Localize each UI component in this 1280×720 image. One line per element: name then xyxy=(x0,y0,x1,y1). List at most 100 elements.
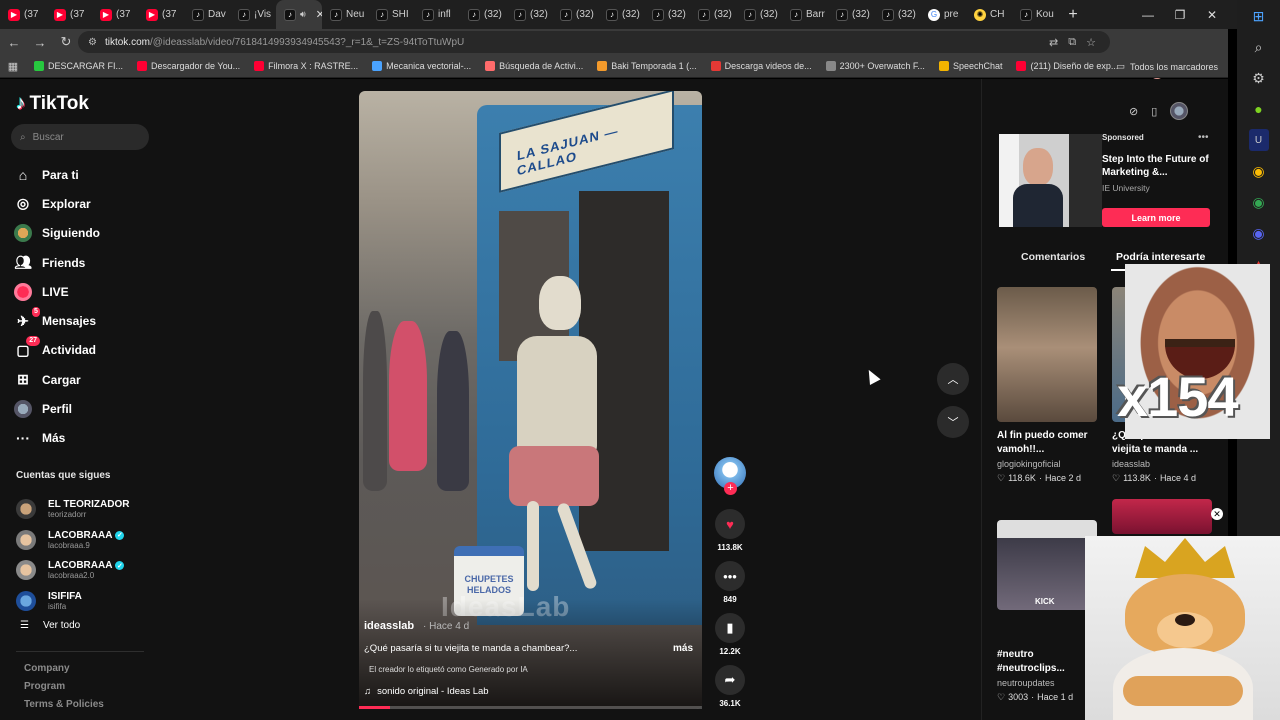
bookmark-item[interactable]: DESCARGAR FI... xyxy=(34,61,123,71)
close-window-icon[interactable]: ✕ xyxy=(1196,0,1228,29)
discord-icon[interactable]: ◉ xyxy=(1249,222,1269,244)
bookmark-icon[interactable]: ▮ xyxy=(715,613,745,643)
like-icon[interactable]: ♥ xyxy=(715,509,745,539)
url-field[interactable]: ⚙ tiktok.com/@ideasslab/video/7618414993… xyxy=(78,31,1110,53)
chrome-icon[interactable]: ◉ xyxy=(1249,160,1269,182)
following-account[interactable]: LACOBRAAA ✓ lacobraaa.9 xyxy=(16,525,129,556)
video-author[interactable]: ideasslab xyxy=(364,620,414,632)
browser-tab[interactable]: ♪ (32) xyxy=(506,0,552,29)
ad-image[interactable] xyxy=(999,134,1102,227)
tab-recommended[interactable]: Podría interesarte xyxy=(1116,251,1205,263)
bookmark-item[interactable]: 2300+ Overwatch F... xyxy=(825,61,925,71)
browser-tab[interactable]: ♪ SHI xyxy=(368,0,414,29)
browser-tab[interactable]: Gpre xyxy=(920,0,966,29)
app-u-icon[interactable]: U xyxy=(1248,129,1269,151)
device-icon[interactable]: ▯ xyxy=(1151,105,1157,118)
nav-item-más[interactable]: ··· Más xyxy=(14,424,100,453)
browser-tab[interactable]: ▶ (37 xyxy=(92,0,138,29)
following-account[interactable]: LACOBRAAA ✓ lacobraaa2.0 xyxy=(16,555,129,586)
bookmark-item[interactable]: Mecanica vectorial-... xyxy=(372,61,471,71)
nav-item-para-ti[interactable]: ⌂ Para ti xyxy=(14,160,100,189)
apps-grid-icon[interactable]: ▦ xyxy=(0,60,26,73)
ad-menu-icon[interactable]: ••• xyxy=(1198,132,1209,143)
browser-tab[interactable]: ♪ (32) xyxy=(828,0,874,29)
browser-tab[interactable]: ♪ Neu xyxy=(322,0,368,29)
footer-link-terms[interactable]: Terms & Policies xyxy=(24,699,104,717)
search-input[interactable] xyxy=(32,131,133,143)
forward-icon[interactable]: → xyxy=(28,30,52,54)
bookmark-item[interactable]: SpeechChat xyxy=(938,61,1002,71)
bookmark-item[interactable]: Descarga videos de... xyxy=(710,61,812,71)
footer-link-company[interactable]: Company xyxy=(24,663,104,681)
tab-comments[interactable]: Comentarios xyxy=(1021,251,1085,263)
following-account[interactable]: ISIFIFA isififa xyxy=(16,586,129,617)
browser-tab[interactable]: ♪ (32) xyxy=(552,0,598,29)
coins-icon[interactable]: ⊘ xyxy=(1129,105,1138,118)
nav-item-friends[interactable]: 👥︎ Friends xyxy=(14,248,100,277)
video-card[interactable]: Al fin puedo comer vamoh!!... glogioking… xyxy=(997,287,1097,484)
install-icon[interactable]: ⧉ xyxy=(1068,36,1076,49)
video-player[interactable]: LA SAJUAN — CALLAO CHUPETES HELADOS Idea… xyxy=(359,91,702,709)
browser-tab[interactable]: ♪ Barr xyxy=(782,0,828,29)
minimize-icon[interactable]: — xyxy=(1132,0,1164,29)
video-sound[interactable]: ♫ sonido original - Ideas Lab xyxy=(364,686,489,697)
chrome-2-icon[interactable]: ◉ xyxy=(1249,191,1269,213)
browser-tab[interactable]: ▶ (37 xyxy=(138,0,184,29)
follow-plus-icon[interactable]: + xyxy=(724,482,737,495)
bookmark-item[interactable]: Baki Temporada 1 (... xyxy=(597,61,697,71)
settings-icon[interactable]: ⚙ xyxy=(1249,67,1269,89)
nav-item-perfil[interactable]: Perfil xyxy=(14,394,100,423)
app-green-icon[interactable]: ● xyxy=(1249,98,1269,120)
browser-tab[interactable]: ♪ Kou xyxy=(1012,0,1058,29)
footer-link-program[interactable]: Program xyxy=(24,681,104,699)
bookmark-item[interactable]: Búsqueda de Activi... xyxy=(485,61,583,71)
browser-tab[interactable]: ▶ (37 xyxy=(0,0,46,29)
audio-playing-icon[interactable]: 🔊︎ xyxy=(300,9,306,20)
search-icon[interactable]: ⌕ xyxy=(1249,36,1269,58)
ad-learn-more-button[interactable]: Learn more xyxy=(1102,208,1210,227)
search-box[interactable]: ⌕ xyxy=(11,124,149,150)
translate-icon[interactable]: ⇄ xyxy=(1049,36,1058,49)
browser-tab[interactable]: ♪ ¡Vis xyxy=(230,0,276,29)
browser-tab[interactable]: ♪ (32) xyxy=(736,0,782,29)
back-icon[interactable]: ← xyxy=(2,30,26,54)
creator-avatar[interactable]: + xyxy=(714,457,746,495)
user-avatar[interactable] xyxy=(1170,102,1189,120)
browser-tab[interactable]: ♪ Dav xyxy=(184,0,230,29)
following-account[interactable]: EL TEORIZADOR teorizadorr xyxy=(16,494,129,525)
site-info-icon[interactable]: ⚙ xyxy=(88,37,97,48)
overlay-close-icon[interactable]: ✕ xyxy=(1211,508,1223,520)
bookmark-item[interactable]: Filmora X : RASTRE... xyxy=(254,61,358,71)
share-icon[interactable]: ➦ xyxy=(715,665,745,695)
comment-icon[interactable]: ••• xyxy=(715,561,745,591)
nav-item-mensajes[interactable]: ✈ 5 Mensajes xyxy=(14,306,100,335)
nav-item-cargar[interactable]: ⊞ Cargar xyxy=(14,365,100,394)
browser-tab[interactable]: ♪ (32) xyxy=(874,0,920,29)
previous-video-button[interactable]: ︿ xyxy=(937,363,969,395)
nav-item-actividad[interactable]: ▢ 27 Actividad xyxy=(14,336,100,365)
nav-item-explorar[interactable]: ◎ Explorar xyxy=(14,189,100,218)
all-bookmarks-button[interactable]: ▭ Todos los marcadores xyxy=(1116,55,1218,78)
browser-tab[interactable]: ♪ (32) xyxy=(644,0,690,29)
reload-icon[interactable]: ↻ xyxy=(54,30,78,54)
tiktok-logo[interactable]: ♪ TikTok xyxy=(16,93,89,115)
bookmark-item[interactable]: (211) Diseño de exp... xyxy=(1016,61,1118,71)
browser-tab[interactable]: ▶ (37 xyxy=(46,0,92,29)
nav-item-live[interactable]: LIVE xyxy=(14,277,100,306)
restore-icon[interactable]: ❐ xyxy=(1164,0,1196,29)
bookmark-item[interactable]: Descargador de You... xyxy=(137,61,240,71)
video-progress-bar[interactable] xyxy=(359,706,702,709)
browser-tab[interactable]: ♪ 🔊︎ ✕ xyxy=(276,0,322,29)
bookmark-star-icon[interactable]: ☆ xyxy=(1086,36,1096,49)
caption-more-button[interactable]: más xyxy=(673,643,693,654)
browser-tab[interactable]: ♪ (32) xyxy=(690,0,736,29)
browser-tab[interactable]: ♪ infl xyxy=(414,0,460,29)
new-tab-icon[interactable]: + xyxy=(1062,4,1084,26)
browser-tab[interactable]: ♪ (32) xyxy=(598,0,644,29)
browser-tab[interactable]: ✺ CH xyxy=(966,0,1012,29)
video-card[interactable]: KICK #neutro #neutroclips... neutroupdat… xyxy=(997,520,1097,703)
nav-item-siguiendo[interactable]: Siguiendo xyxy=(14,219,100,248)
browser-tab[interactable]: ♪ (32) xyxy=(460,0,506,29)
see-all-link[interactable]: ☰ Ver todo xyxy=(20,620,80,631)
ad-title[interactable]: Step Into the Future of Marketing &... xyxy=(1102,153,1220,179)
